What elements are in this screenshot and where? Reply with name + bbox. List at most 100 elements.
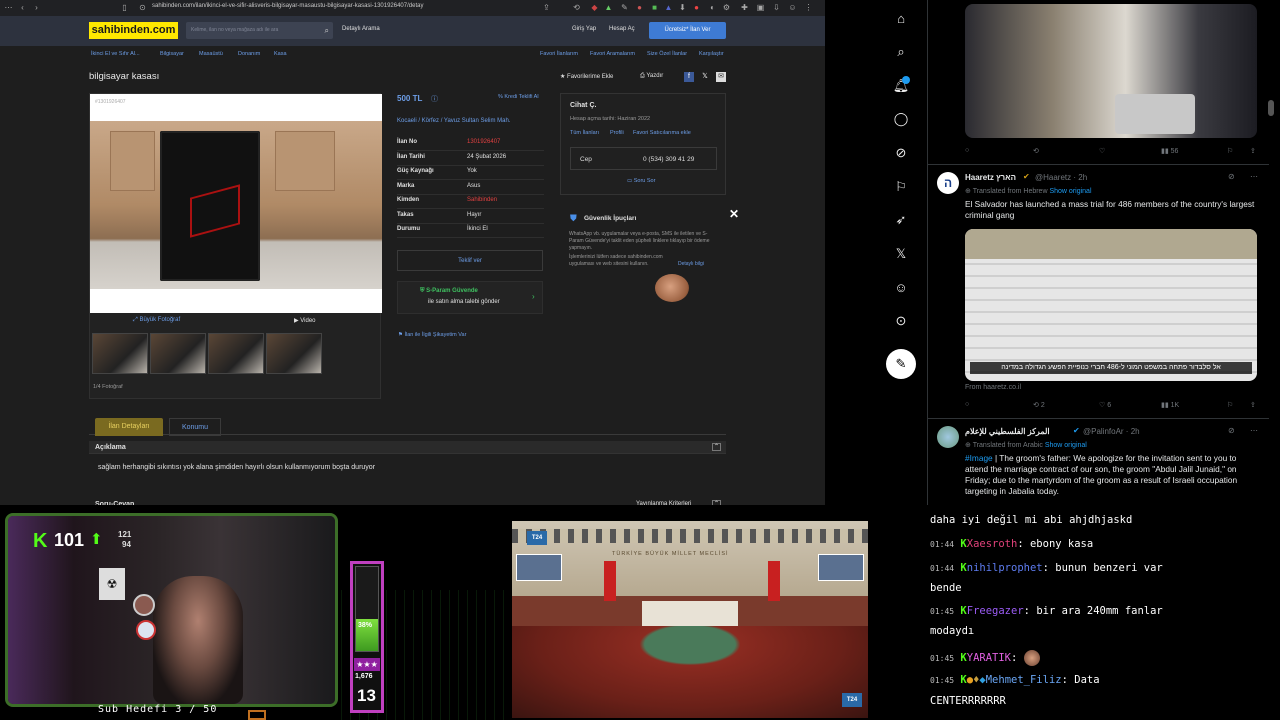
explore-icon[interactable]: ⌕	[892, 43, 910, 61]
compose-icon[interactable]: ✎	[886, 349, 916, 379]
extension-icon[interactable]: ◆	[590, 3, 599, 12]
profile-link[interactable]: Profili	[610, 130, 624, 136]
extension-icon[interactable]: ▲	[604, 3, 613, 12]
extension-icon[interactable]: ▲	[664, 3, 673, 12]
price-info-icon[interactable]: ⓘ	[431, 94, 438, 104]
menu-icon[interactable]: ⋯	[4, 3, 13, 12]
credit-offer-link[interactable]: % Kredi Teklifi Al	[498, 94, 539, 100]
extension-icon[interactable]: ●	[692, 3, 701, 12]
login-link[interactable]: Giriş Yap	[572, 26, 596, 32]
add-favorites-link[interactable]: ★ Favorilerime Ekle	[560, 73, 613, 80]
signup-link[interactable]: Hesap Aç	[609, 26, 635, 32]
complaint-link[interactable]: ⚑ İlan ile İlgili Şikayetim Var	[398, 332, 466, 338]
all-ads-link[interactable]: Tüm İlanları	[570, 130, 599, 136]
messages-icon[interactable]: ◯	[892, 110, 910, 128]
author-handle[interactable]: @PalinfoAr · 2h	[1083, 427, 1140, 436]
link-source[interactable]: From haaretz.co.il	[965, 384, 1021, 391]
seller-name[interactable]: Cihat Ç.	[570, 102, 596, 109]
tweet-image[interactable]: אל סלבדור פתחה במשפט המוני ל-486 חברי כנ…	[965, 229, 1257, 381]
like-icon[interactable]: ♡ 6	[1099, 401, 1111, 409]
post-ad-button[interactable]: Ücretsiz* İlan Ver	[649, 22, 726, 39]
favorite-searches-link[interactable]: Favori Aramalarım	[590, 51, 635, 57]
hashtag-link[interactable]: #Image	[965, 453, 993, 463]
close-icon[interactable]: ✕	[729, 207, 739, 221]
tweet-image[interactable]	[965, 4, 1257, 138]
forward-icon[interactable]: ›	[32, 3, 41, 12]
download-icon[interactable]: ⇩	[772, 3, 781, 12]
video-link[interactable]: ▶ Video	[294, 317, 316, 324]
site-info-icon[interactable]: ⊙	[138, 3, 147, 12]
tab-details[interactable]: İlan Detayları	[95, 418, 163, 436]
bookmark-icon[interactable]: ▯	[120, 3, 129, 12]
grok-icon[interactable]: ⊘	[1228, 426, 1235, 435]
more-icon[interactable]: ⋯	[1250, 426, 1258, 435]
breadcrumb-item[interactable]: Donanım	[238, 51, 260, 57]
chat-username[interactable]: Mehmet_Filiz	[986, 674, 1062, 686]
home-icon[interactable]: ⌂	[892, 10, 910, 28]
favorite-ads-link[interactable]: Favori İlanlarım	[540, 51, 578, 57]
detailed-search-link[interactable]: Detaylı Arama	[342, 26, 380, 32]
chat-username[interactable]: nihilprophet	[967, 562, 1043, 574]
sidebar-icon[interactable]: ▣	[756, 3, 765, 12]
reply-icon[interactable]: ○	[965, 147, 969, 154]
bookmark-icon[interactable]: ⚐	[1227, 147, 1233, 155]
extension-icon[interactable]: ◐	[708, 3, 717, 12]
photo-thumbnail[interactable]	[266, 333, 322, 374]
photo-thumbnail[interactable]	[150, 333, 206, 374]
breadcrumb-item[interactable]: Kasa	[274, 51, 287, 57]
description-header[interactable]: Açıklama ⌃	[89, 441, 726, 454]
back-icon[interactable]: ‹	[18, 3, 27, 12]
photo-thumbnail[interactable]	[208, 333, 264, 374]
safety-details-link[interactable]: Detaylı bilgi	[678, 261, 704, 267]
breadcrumb-item[interactable]: Bilgisayar	[160, 51, 184, 57]
views-icon[interactable]: ▮▮ 56	[1161, 147, 1178, 155]
phone-number[interactable]: 0 (534) 309 41 29	[643, 156, 694, 163]
grok-icon[interactable]: ⊘	[892, 144, 910, 162]
profile-icon[interactable]: ☺	[892, 279, 910, 297]
author-handle[interactable]: @Haaretz · 2h	[1035, 173, 1087, 182]
views-icon[interactable]: ▮▮ 1K	[1161, 401, 1179, 409]
avatar[interactable]: ה	[937, 172, 959, 194]
chat-username[interactable]: Xaesroth	[967, 538, 1018, 550]
author-name[interactable]: المركز الفلسطيني للإعلام	[965, 427, 1050, 436]
main-photo[interactable]: #1301926407	[90, 94, 382, 313]
grok-icon[interactable]: ⊘	[1228, 172, 1235, 181]
location-link[interactable]: Kocaeli / Körfez / Yavuz Sultan Selim Ma…	[397, 117, 532, 125]
collapse-icon[interactable]: ⌃	[712, 443, 721, 451]
special-ads-link[interactable]: Size Özel İlanlar	[647, 51, 687, 57]
more-icon[interactable]: ⋮	[804, 3, 813, 12]
search-icon[interactable]: ⌕	[325, 22, 329, 39]
premium-x-icon[interactable]: 𝕏	[892, 245, 910, 263]
x-share-icon[interactable]: 𝕏	[700, 72, 710, 82]
more-icon[interactable]: ⋯	[1250, 172, 1258, 181]
reply-icon[interactable]: ○	[965, 401, 969, 408]
breadcrumb-item[interactable]: İkinci El ve Sıfır Al...	[91, 51, 140, 57]
sparam-box[interactable]: ⛨ S-Param Güvende ile satın alma talebi …	[397, 281, 543, 314]
chat-username[interactable]: YARATIK	[967, 652, 1011, 664]
email-share-icon[interactable]: ✉	[716, 72, 726, 82]
bookmarks-icon[interactable]: ⚐	[892, 178, 910, 196]
breadcrumb-item[interactable]: Masaüstü	[199, 51, 223, 57]
translate-icon[interactable]: ⟲	[572, 3, 581, 12]
author-name[interactable]: Haaretz הארץ	[965, 173, 1016, 182]
favorite-seller-link[interactable]: Favori Satıcılarıma ekle	[633, 130, 691, 136]
scrollbar[interactable]	[1268, 100, 1274, 116]
compare-link[interactable]: Karşılaştır	[699, 51, 724, 57]
share-icon[interactable]: ⇪	[542, 3, 551, 12]
share-icon[interactable]: ⇪	[1250, 147, 1256, 155]
more-icon[interactable]: ⊙	[892, 312, 910, 330]
tab-location[interactable]: Konumu	[169, 418, 221, 436]
print-link[interactable]: ⎙ Yazdır	[640, 73, 663, 80]
big-photo-link[interactable]: ⤢ Büyük Fotoğraf	[133, 317, 180, 324]
chat-username[interactable]: Freegazer	[967, 605, 1024, 617]
address-bar[interactable]: sahibinden.com/ilan/ikinci-el-ve-sifir-a…	[152, 3, 423, 9]
extension-icon[interactable]: ⚙	[722, 3, 731, 12]
like-icon[interactable]: ♡	[1099, 147, 1105, 155]
repost-icon[interactable]: ⟲ 2	[1033, 401, 1045, 409]
ask-question-link[interactable]: ▭ Soru Sor	[627, 178, 655, 184]
show-original-link[interactable]: Show original	[1049, 188, 1091, 195]
site-logo[interactable]: sahibinden.com	[89, 22, 178, 39]
extension-icon[interactable]: ⬇	[678, 3, 687, 12]
profile-icon[interactable]: ☺	[788, 3, 797, 12]
show-original-link[interactable]: Show original	[1045, 442, 1087, 449]
